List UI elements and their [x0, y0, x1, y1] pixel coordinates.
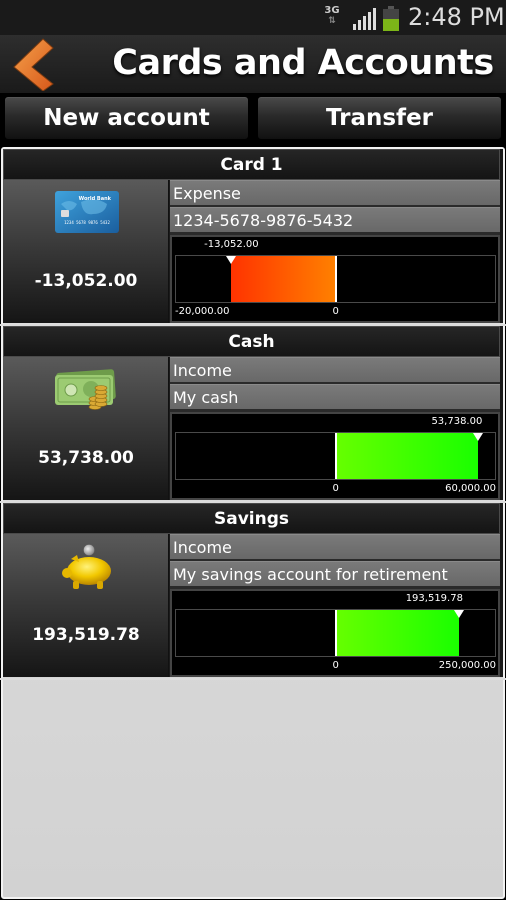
account-balance: -13,052.00 — [34, 271, 138, 291]
svg-text:World Bank: World Bank — [79, 196, 112, 202]
account-details: Income My savings account for retirement… — [170, 534, 500, 677]
gauge-marker-icon — [453, 610, 464, 618]
accounts-list[interactable]: Card 1 World Bank 1234 5678 9876 5432 -1… — [0, 145, 506, 900]
account-name: Savings — [3, 503, 500, 534]
transfer-button[interactable]: Transfer — [257, 96, 502, 140]
cash-icon — [55, 369, 116, 410]
gauge-zero-label: 0 — [332, 483, 339, 494]
account-type: Expense — [170, 180, 500, 206]
gauge-min-label: -20,000.00 — [175, 306, 230, 317]
divider — [0, 678, 506, 680]
chevron-left-icon[interactable] — [8, 37, 60, 91]
account-name: Cash — [3, 326, 500, 357]
gauge-zero-line — [334, 256, 337, 302]
account-item[interactable]: Cash 53,738.00 Income My cash 53,738.00 … — [0, 326, 506, 503]
data-arrows-icon: ⇅ — [328, 16, 336, 26]
account-description: My cash — [170, 384, 500, 410]
clock: 2:48 PM — [408, 3, 505, 31]
new-account-button[interactable]: New account — [4, 96, 249, 140]
gauge-track — [175, 255, 496, 303]
gauge-value-label: 53,738.00 — [431, 416, 483, 427]
gauge-value-label: -13,052.00 — [204, 239, 259, 250]
gauge-zero-label: 0 — [332, 660, 339, 671]
battery-icon — [383, 6, 399, 31]
gauge-fill — [231, 256, 336, 302]
gauge-fill — [335, 610, 459, 656]
network-3g-icon: 3G ⇅ — [322, 5, 342, 27]
svg-text:1234 5678 9876 5432: 1234 5678 9876 5432 — [64, 220, 110, 225]
account-summary: World Bank 1234 5678 9876 5432 -13,052.0… — [3, 180, 169, 323]
account-type: Income — [170, 357, 500, 383]
balance-gauge: -13,052.00 -20,000.00 0 — [170, 235, 500, 323]
network-type: 3G — [324, 5, 340, 16]
account-balance: 53,738.00 — [38, 448, 134, 468]
account-summary: 193,519.78 — [3, 534, 169, 677]
page-title: Cards and Accounts — [112, 43, 494, 83]
balance-gauge: 193,519.78 0 250,000.00 — [170, 589, 500, 677]
toolbar: New account Transfer — [0, 93, 506, 145]
account-name: Card 1 — [3, 149, 500, 180]
gauge-track — [175, 609, 496, 657]
account-description: My savings account for retirement — [170, 561, 500, 587]
piggy-bank-icon — [62, 544, 111, 589]
gauge-zero-line — [334, 610, 337, 656]
signal-icon — [353, 8, 376, 30]
title-bar: Cards and Accounts — [0, 35, 506, 93]
account-balance: 193,519.78 — [32, 625, 140, 645]
account-item[interactable]: Savings 193,519.78 Income My savings acc… — [0, 503, 506, 680]
gauge-value-label: 193,519.78 — [405, 593, 463, 604]
account-details: Expense 1234-5678-9876-5432 -13,052.00 -… — [170, 180, 500, 323]
gauge-fill — [335, 433, 479, 479]
gauge-marker-icon — [226, 256, 237, 264]
account-type: Income — [170, 534, 500, 560]
account-summary: 53,738.00 — [3, 357, 169, 500]
gauge-zero-label: 0 — [332, 306, 339, 317]
balance-gauge: 53,738.00 0 60,000.00 — [170, 412, 500, 500]
status-bar: 3G ⇅ 2:48 PM — [0, 0, 506, 35]
gauge-max-label: 250,000.00 — [438, 660, 496, 671]
account-details: Income My cash 53,738.00 0 60,000.00 — [170, 357, 500, 500]
credit-card-icon: World Bank 1234 5678 9876 5432 — [55, 191, 119, 233]
gauge-max-label: 60,000.00 — [445, 483, 496, 494]
gauge-zero-line — [334, 433, 337, 479]
gauge-track — [175, 432, 496, 480]
account-description: 1234-5678-9876-5432 — [170, 207, 500, 233]
account-item[interactable]: Card 1 World Bank 1234 5678 9876 5432 -1… — [0, 149, 506, 326]
gauge-marker-icon — [473, 433, 484, 441]
